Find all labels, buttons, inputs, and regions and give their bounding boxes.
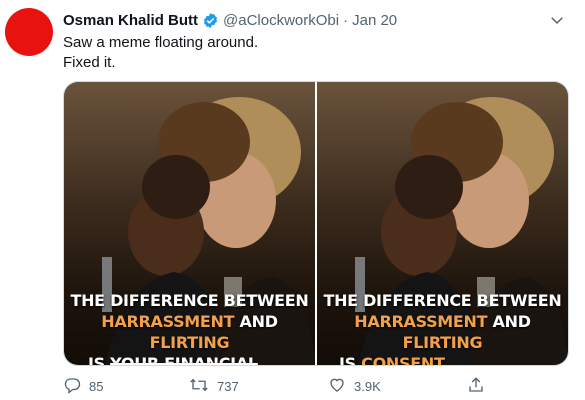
caption-and: AND bbox=[239, 312, 278, 331]
meme-caption-original: THE DIFFERENCE BETWEEN HARRASSMENT AND F… bbox=[64, 290, 315, 365]
caption-line: IS YOUR FINANCIAL POSITION bbox=[64, 353, 315, 365]
retweet-button[interactable]: 737 bbox=[189, 376, 239, 397]
like-button[interactable]: 3.9K bbox=[328, 376, 381, 397]
caption-consent: CONSENT bbox=[361, 354, 445, 365]
caption-line: IS CONSENT bbox=[317, 353, 568, 365]
caption-harassment: HARRASSMENT bbox=[101, 312, 235, 331]
reply-button[interactable]: 85 bbox=[63, 376, 103, 397]
retweet-count: 737 bbox=[217, 378, 239, 394]
retweet-icon bbox=[189, 376, 209, 397]
separator-dot: · bbox=[343, 11, 349, 29]
meme-image-original[interactable]: THE DIFFERENCE BETWEEN HARRASSMENT AND F… bbox=[64, 82, 315, 365]
tweet-media: THE DIFFERENCE BETWEEN HARRASSMENT AND F… bbox=[63, 81, 569, 366]
caption-line: HARRASSMENT AND FLIRTING bbox=[64, 311, 315, 353]
caption-is: IS bbox=[339, 354, 356, 365]
caption-harassment: HARRASSMENT bbox=[354, 312, 488, 331]
caption-ending-struck: YOUR FINANCIAL POSITION bbox=[110, 354, 258, 365]
tweet-text: Saw a meme floating around. Fixed it. bbox=[63, 33, 258, 73]
tweet-actions: 85 737 3.9K bbox=[63, 376, 493, 396]
tweet-date[interactable]: Jan 20 bbox=[352, 12, 397, 29]
meme-image-fixed[interactable]: THE DIFFERENCE BETWEEN HARRASSMENT AND F… bbox=[317, 82, 568, 365]
author-handle[interactable]: @aClockworkObi bbox=[223, 12, 339, 29]
caption-and: AND bbox=[492, 312, 531, 331]
tweet-text-line: Saw a meme floating around. bbox=[63, 34, 259, 51]
author-name[interactable]: Osman Khalid Butt bbox=[63, 12, 198, 29]
reply-count: 85 bbox=[89, 378, 104, 394]
caption-flirting: FLIRTING bbox=[149, 333, 230, 352]
tweet-header: Osman Khalid Butt @aClockworkObi · Jan 2… bbox=[63, 10, 545, 30]
caption-line: THE DIFFERENCE BETWEEN bbox=[70, 291, 309, 310]
caption-is: IS bbox=[88, 354, 105, 365]
more-options-icon[interactable] bbox=[547, 10, 567, 30]
verified-badge-icon bbox=[202, 12, 219, 29]
like-count: 3.9K bbox=[354, 378, 381, 394]
caption-line: THE DIFFERENCE BETWEEN bbox=[323, 291, 562, 310]
caption-line: HARRASSMENT AND FLIRTING bbox=[317, 311, 568, 353]
avatar[interactable] bbox=[5, 8, 53, 56]
heart-icon bbox=[328, 376, 346, 397]
share-button[interactable] bbox=[467, 376, 485, 397]
reply-icon bbox=[63, 376, 81, 397]
share-icon bbox=[467, 376, 485, 397]
tweet-text-line: Fixed it. bbox=[63, 54, 116, 71]
caption-flirting: FLIRTING bbox=[402, 333, 483, 352]
meme-caption-fixed: THE DIFFERENCE BETWEEN HARRASSMENT AND F… bbox=[317, 290, 568, 365]
